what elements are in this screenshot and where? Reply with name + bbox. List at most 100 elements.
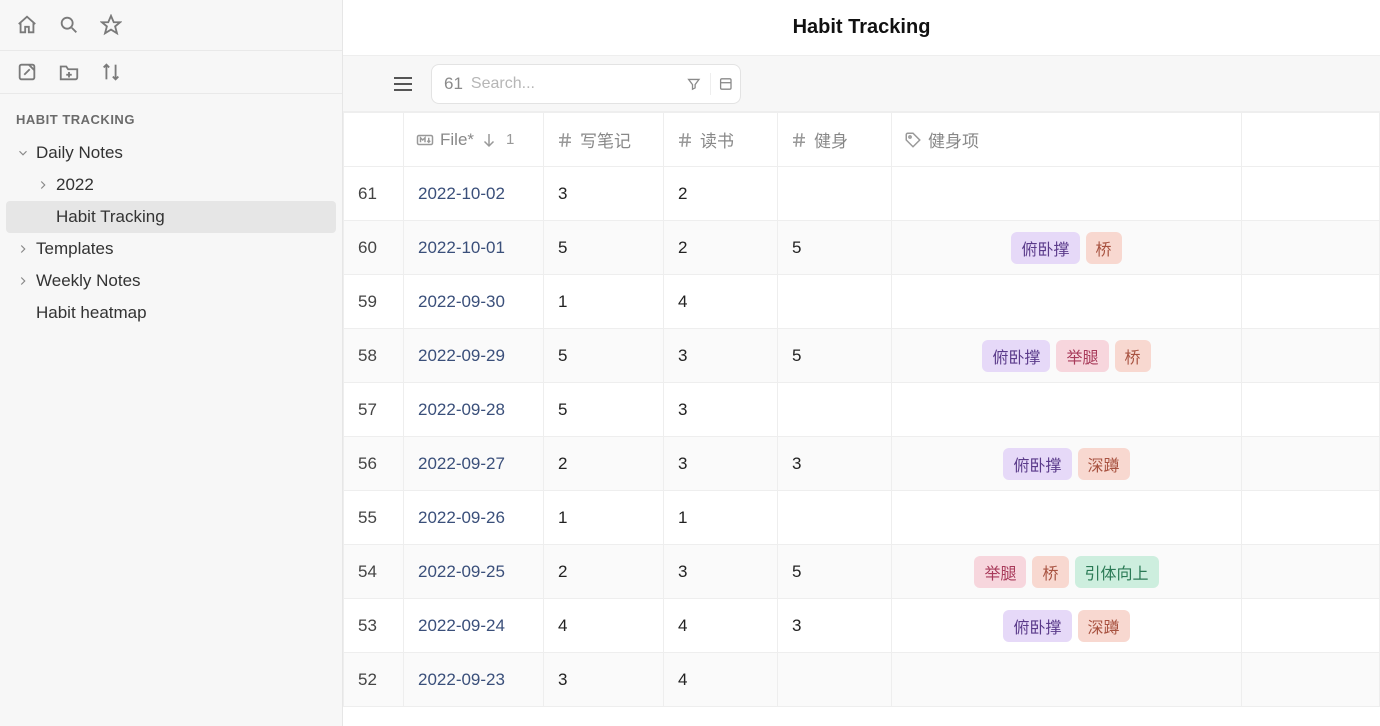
new-folder-icon[interactable] bbox=[58, 61, 80, 83]
cell-number[interactable]: 5 bbox=[778, 329, 892, 383]
filter-icon[interactable] bbox=[686, 75, 702, 93]
table-row[interactable]: 532022-09-24443俯卧撑深蹲 bbox=[344, 599, 1380, 653]
cell-file: 2022-09-29 bbox=[404, 329, 544, 383]
sidebar-item[interactable]: Habit Tracking bbox=[6, 201, 336, 233]
table-row[interactable]: 592022-09-3014 bbox=[344, 275, 1380, 329]
tag-pill[interactable]: 深蹲 bbox=[1078, 448, 1130, 480]
cell-tags[interactable]: 俯卧撑深蹲 bbox=[892, 437, 1242, 491]
cell-tags[interactable] bbox=[892, 491, 1242, 545]
cell-number[interactable]: 5 bbox=[544, 329, 664, 383]
search-icon[interactable] bbox=[58, 14, 80, 36]
cell-number[interactable]: 4 bbox=[664, 653, 778, 707]
cell-number[interactable]: 4 bbox=[544, 599, 664, 653]
cell-tags[interactable]: 俯卧撑深蹲 bbox=[892, 599, 1242, 653]
file-link[interactable]: 2022-10-01 bbox=[418, 238, 505, 257]
table-row[interactable]: 562022-09-27233俯卧撑深蹲 bbox=[344, 437, 1380, 491]
sort-icon[interactable] bbox=[100, 61, 122, 83]
cell-number[interactable]: 4 bbox=[664, 599, 778, 653]
sidebar-section-title: HABIT TRACKING bbox=[0, 94, 342, 137]
cell-number[interactable]: 5 bbox=[778, 221, 892, 275]
cell-tags[interactable]: 俯卧撑桥 bbox=[892, 221, 1242, 275]
cell-number[interactable]: 4 bbox=[664, 275, 778, 329]
cell-number[interactable]: 2 bbox=[664, 221, 778, 275]
file-link[interactable]: 2022-09-28 bbox=[418, 400, 505, 419]
cell-number[interactable]: 3 bbox=[544, 653, 664, 707]
col-header-file[interactable]: File* 1 bbox=[404, 113, 544, 167]
cell-number[interactable]: 3 bbox=[664, 383, 778, 437]
tag-pill[interactable]: 举腿 bbox=[1056, 340, 1108, 372]
table-row[interactable]: 572022-09-2853 bbox=[344, 383, 1380, 437]
cell-number[interactable]: 3 bbox=[778, 599, 892, 653]
cell-number[interactable] bbox=[778, 383, 892, 437]
tag-pill[interactable]: 俯卧撑 bbox=[1003, 610, 1071, 642]
table-row[interactable]: 522022-09-2334 bbox=[344, 653, 1380, 707]
cell-number[interactable]: 5 bbox=[544, 383, 664, 437]
cell-number[interactable] bbox=[778, 491, 892, 545]
file-link[interactable]: 2022-09-24 bbox=[418, 616, 505, 635]
hamburger-icon[interactable] bbox=[391, 72, 415, 96]
tag-pill[interactable]: 桥 bbox=[1086, 232, 1122, 264]
cell-number[interactable]: 3 bbox=[664, 545, 778, 599]
tag-pill[interactable]: 俯卧撑 bbox=[1011, 232, 1079, 264]
cell-number[interactable]: 1 bbox=[664, 491, 778, 545]
tag-pill[interactable]: 引体向上 bbox=[1075, 556, 1159, 588]
tag-pill[interactable]: 桥 bbox=[1115, 340, 1151, 372]
cell-number[interactable]: 2 bbox=[664, 167, 778, 221]
cell-tags[interactable]: 俯卧撑举腿桥 bbox=[892, 329, 1242, 383]
col-header-reading[interactable]: 读书 bbox=[664, 113, 778, 167]
file-link[interactable]: 2022-09-25 bbox=[418, 562, 505, 581]
new-note-icon[interactable] bbox=[16, 61, 38, 83]
cell-tags[interactable]: 举腿桥引体向上 bbox=[892, 545, 1242, 599]
sidebar-item[interactable]: 2022 bbox=[6, 169, 336, 201]
sidebar-item[interactable]: Habit heatmap bbox=[6, 297, 336, 329]
cell-number[interactable] bbox=[778, 167, 892, 221]
tag-pill[interactable]: 俯卧撑 bbox=[982, 340, 1050, 372]
cell-tags[interactable] bbox=[892, 167, 1242, 221]
row-index: 55 bbox=[344, 491, 404, 545]
row-index: 61 bbox=[344, 167, 404, 221]
home-icon[interactable] bbox=[16, 14, 38, 36]
cell-tags[interactable] bbox=[892, 275, 1242, 329]
cell-number[interactable]: 1 bbox=[544, 275, 664, 329]
search-input[interactable] bbox=[471, 75, 678, 93]
sidebar-item[interactable]: Weekly Notes bbox=[6, 265, 336, 297]
cell-blank bbox=[1242, 437, 1380, 491]
cell-number[interactable]: 2 bbox=[544, 545, 664, 599]
cell-number[interactable] bbox=[778, 653, 892, 707]
tag-pill[interactable]: 俯卧撑 bbox=[1003, 448, 1071, 480]
sidebar-item[interactable]: Daily Notes bbox=[6, 137, 336, 169]
cell-number[interactable]: 1 bbox=[544, 491, 664, 545]
tag-pill[interactable]: 深蹲 bbox=[1078, 610, 1130, 642]
cell-number[interactable]: 3 bbox=[544, 167, 664, 221]
sidebar-item[interactable]: Templates bbox=[6, 233, 336, 265]
cell-tags[interactable] bbox=[892, 653, 1242, 707]
file-link[interactable]: 2022-09-23 bbox=[418, 670, 505, 689]
table-row[interactable]: 542022-09-25235举腿桥引体向上 bbox=[344, 545, 1380, 599]
file-link[interactable]: 2022-09-27 bbox=[418, 454, 505, 473]
table-row[interactable]: 55 2022-09-26 11 bbox=[344, 491, 1380, 545]
cell-number[interactable]: 3 bbox=[664, 329, 778, 383]
cell-tags[interactable] bbox=[892, 383, 1242, 437]
cell-number[interactable]: 5 bbox=[778, 545, 892, 599]
tag-pill[interactable]: 桥 bbox=[1032, 556, 1068, 588]
layout-icon[interactable] bbox=[718, 75, 734, 93]
col-header-fitness[interactable]: 健身 bbox=[778, 113, 892, 167]
file-link[interactable]: 2022-09-26 bbox=[418, 508, 505, 527]
cell-number[interactable] bbox=[778, 275, 892, 329]
col-header-exercises[interactable]: 健身项 bbox=[892, 113, 1242, 167]
file-link[interactable]: 2022-10-02 bbox=[418, 184, 505, 203]
table-row[interactable]: 582022-09-29535俯卧撑举腿桥 bbox=[344, 329, 1380, 383]
cell-number[interactable]: 3 bbox=[664, 437, 778, 491]
table-row[interactable]: 61 2022-10-02 32 bbox=[344, 167, 1380, 221]
cell-number[interactable]: 2 bbox=[544, 437, 664, 491]
tag-pill[interactable]: 举腿 bbox=[974, 556, 1026, 588]
file-link[interactable]: 2022-09-30 bbox=[418, 292, 505, 311]
table-wrap[interactable]: File* 1 写笔记 bbox=[343, 112, 1380, 726]
cell-number[interactable]: 3 bbox=[778, 437, 892, 491]
star-icon[interactable] bbox=[100, 14, 122, 36]
separator bbox=[710, 73, 711, 95]
col-header-notes[interactable]: 写笔记 bbox=[544, 113, 664, 167]
cell-number[interactable]: 5 bbox=[544, 221, 664, 275]
file-link[interactable]: 2022-09-29 bbox=[418, 346, 505, 365]
table-row[interactable]: 602022-10-01525俯卧撑桥 bbox=[344, 221, 1380, 275]
